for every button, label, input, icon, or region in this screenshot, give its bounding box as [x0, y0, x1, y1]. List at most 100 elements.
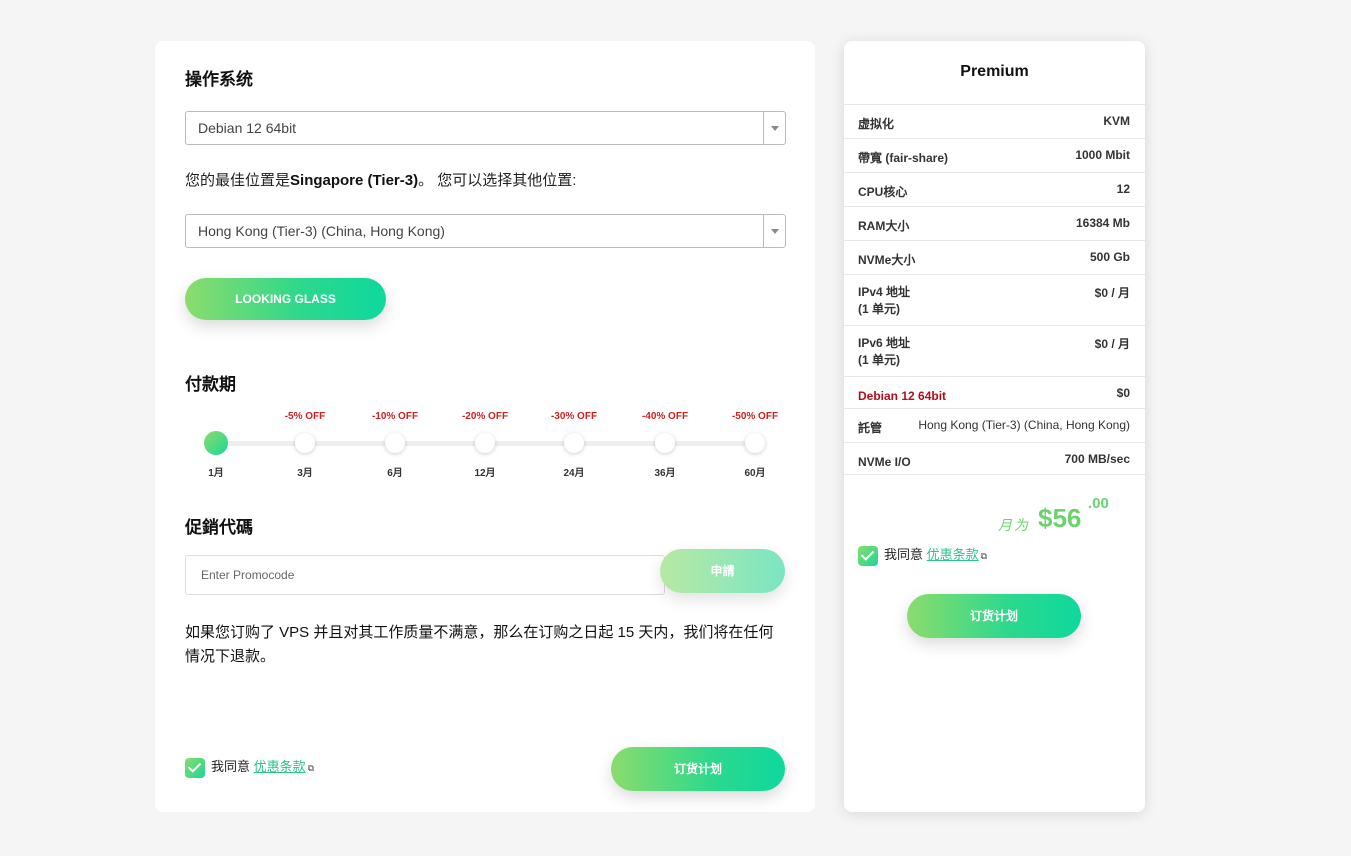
terms-link[interactable]: 优惠条款 — [254, 759, 306, 774]
spec-row: Debian 12 64bit $0 — [844, 376, 1145, 408]
plan-terms-agree-label: 我同意 — [884, 547, 924, 562]
plan-order-label: 订货计划 — [969, 609, 1018, 623]
spec-value: 700 MB/sec — [1064, 452, 1130, 466]
spec-value: $0 / 月 — [1094, 286, 1130, 300]
spec-value: $0 — [1116, 386, 1130, 400]
price-cents: .00 — [1088, 495, 1109, 512]
period-label[interactable]: 1月 — [191, 464, 241, 479]
period-discount: -5% OFF — [284, 411, 326, 422]
spec-key-line: IPv6 地址 — [858, 336, 911, 350]
promo-section-title: 促銷代碼 — [185, 518, 253, 537]
terms-agree: 我同意 优惠条款 ⧉ — [185, 756, 314, 778]
best-location-suffix: 。 您可以选择其他位置: — [418, 172, 577, 189]
external-link-icon: ⧉ — [980, 551, 988, 561]
period-stop-60月[interactable] — [745, 433, 765, 453]
period-stop-12月[interactable] — [475, 433, 495, 453]
spec-value: 500 Gb — [1089, 250, 1130, 264]
period-stop-36月[interactable] — [655, 433, 675, 453]
period-stop-24月[interactable] — [564, 433, 584, 453]
period-stop-6月[interactable] — [385, 433, 405, 453]
spec-row: NVMe大小 500 Gb — [844, 240, 1145, 274]
spec-key-unit: (1 单元) — [858, 302, 901, 316]
location-select-value: Hong Kong (Tier-3) (China, Hong Kong) — [198, 223, 445, 239]
spec-row: 帶寬 (fair-share) 1000 Mbit — [844, 138, 1145, 172]
spec-row: CPU核心 12 — [844, 172, 1145, 206]
spec-value: $0 / 月 — [1094, 337, 1130, 351]
spec-row: 虚拟化 KVM — [844, 104, 1145, 138]
period-discount: -10% OFF — [371, 411, 419, 422]
spec-key-line: IPv4 地址 — [858, 285, 911, 299]
promo-input-wrap — [185, 555, 665, 595]
terms-agree-label: 我同意 — [211, 759, 251, 774]
refund-policy-text: 如果您订购了 VPS 并且对其工作质量不满意，那么在订购之日起 15 天内，我们… — [185, 624, 774, 665]
plan-terms-link[interactable]: 优惠条款 — [927, 547, 979, 562]
best-location-name: Singapore (Tier-3) — [290, 172, 419, 189]
terms-checkbox[interactable] — [185, 757, 205, 778]
promo-input[interactable] — [186, 556, 664, 594]
plan-summary-card: Premium 虚拟化 KVM 帶寬 (fair-share) 1000 Mbit CP… — [844, 41, 1145, 812]
spec-key: 帶寬 (fair-share) — [858, 150, 948, 167]
external-link-icon: ⧉ — [307, 763, 315, 773]
spec-key-line: NVMe大小 — [858, 253, 916, 267]
spec-key-line: Debian 12 64bit — [858, 389, 947, 403]
spec-key: NVMe I/O — [858, 454, 911, 471]
spec-key: CPU核心 — [858, 184, 907, 201]
order-plan-label: 订货计划 — [673, 762, 722, 776]
spec-value: 16384 Mb — [1075, 216, 1130, 230]
spec-row: IPv4 地址 (1 单元) $0 / 月 — [844, 274, 1145, 325]
plan-order-button[interactable]: 订货计划 — [907, 594, 1081, 638]
spec-key-line: 帶寬 (fair-share) — [858, 151, 949, 165]
price-period: 月为 — [998, 517, 1030, 533]
payment-section-title: 付款期 — [185, 375, 236, 394]
period-discount: -30% OFF — [550, 411, 598, 422]
period-discount: -40% OFF — [641, 411, 689, 422]
os-section-title: 操作系统 — [185, 70, 253, 89]
spec-row: NVMe I/O 700 MB/sec — [844, 442, 1145, 474]
spec-key-line: 虚拟化 — [858, 117, 895, 131]
spec-value: 1000 Mbit — [1075, 148, 1130, 162]
looking-glass-label: LOOKING GLASS — [235, 292, 336, 306]
period-label[interactable]: 6月 — [370, 464, 420, 479]
period-label[interactable]: 12月 — [460, 464, 510, 479]
spec-divider — [844, 474, 1145, 475]
chevron-down-icon[interactable] — [763, 215, 785, 247]
best-location-text: 您的最佳位置是Singapore (Tier-3)。 您可以选择其他位置: — [185, 169, 576, 190]
spec-key: 託管 — [858, 420, 882, 437]
period-label[interactable]: 36月 — [640, 464, 690, 479]
looking-glass-button[interactable]: LOOKING GLASS — [185, 278, 386, 320]
spec-key-line: NVMe I/O — [858, 455, 911, 469]
spec-key-line: CPU核心 — [858, 185, 908, 199]
spec-key: RAM大小 — [858, 218, 909, 235]
spec-key: 虚拟化 — [858, 116, 894, 133]
order-config-card: 操作系统 Debian 12 64bit 您的最佳位置是Singapore (T… — [155, 41, 815, 812]
os-select-value: Debian 12 64bit — [198, 120, 297, 136]
order-plan-button[interactable]: 订货计划 — [611, 747, 785, 791]
spec-value: KVM — [1103, 114, 1130, 128]
plan-title: Premium — [960, 63, 1029, 80]
spec-key-line: 託管 — [858, 421, 883, 435]
apply-promo-button[interactable]: 申請 — [660, 549, 785, 593]
price-amount: $56 — [1038, 503, 1082, 533]
period-discount: -50% OFF — [731, 411, 779, 422]
spec-key: NVMe大小 — [858, 252, 915, 269]
spec-key: IPv6 地址 (1 单元) — [858, 335, 910, 369]
os-select[interactable]: Debian 12 64bit — [185, 111, 786, 145]
plan-terms-checkbox[interactable] — [858, 545, 878, 566]
period-label[interactable]: 3月 — [280, 464, 330, 479]
spec-key-line: RAM大小 — [858, 219, 910, 233]
period-discount: -20% OFF — [461, 411, 509, 422]
chevron-down-icon[interactable] — [763, 112, 785, 144]
period-stop-3月[interactable] — [295, 433, 315, 453]
location-select[interactable]: Hong Kong (Tier-3) (China, Hong Kong) — [185, 214, 786, 248]
spec-row: IPv6 地址 (1 单元) $0 / 月 — [844, 325, 1145, 376]
period-stop-1月[interactable] — [204, 431, 228, 455]
spec-key-unit: (1 单元) — [858, 353, 901, 367]
period-label[interactable]: 60月 — [730, 464, 780, 479]
spec-row: 託管 Hong Kong (Tier-3) (China, Hong Kong) — [844, 408, 1145, 442]
spec-key: Debian 12 64bit — [858, 388, 946, 405]
plan-terms-agree: 我同意 优惠条款 ⧉ — [858, 544, 987, 566]
spec-value: 12 — [1116, 182, 1130, 196]
period-label[interactable]: 24月 — [549, 464, 599, 479]
best-location-prefix: 您的最佳位置是 — [185, 172, 291, 189]
spec-row: RAM大小 16384 Mb — [844, 206, 1145, 240]
